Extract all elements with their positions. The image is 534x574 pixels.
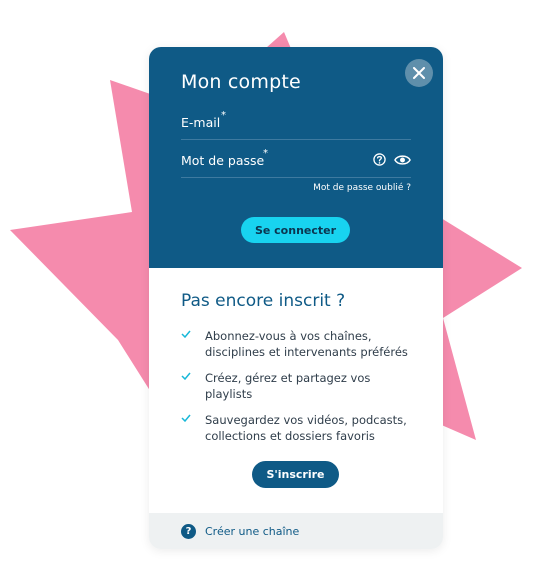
login-button[interactable]: Se connecter (241, 217, 350, 243)
login-panel: Mon compte E-mail * Mot de passe * Mot d… (149, 47, 443, 268)
benefit-item: Abonnez-vous à vos chaînes, disciplines … (181, 328, 421, 360)
forgot-password-link[interactable]: Mot de passe oublié ? (313, 183, 411, 193)
question-icon: ? (181, 523, 196, 539)
benefit-text: Abonnez-vous à vos chaînes, disciplines … (205, 329, 408, 359)
signup-title: Pas encore inscrit ? (181, 291, 346, 311)
create-channel-link[interactable]: Créer une chaîne (205, 525, 299, 538)
close-button[interactable] (405, 59, 433, 87)
email-field[interactable]: E-mail * (181, 110, 411, 140)
password-required-mark: * (263, 148, 268, 159)
benefit-text: Créez, gérez et partagez vos playlists (205, 371, 371, 401)
email-required-mark: * (221, 110, 226, 121)
check-icon (181, 330, 191, 338)
password-field[interactable]: Mot de passe * (181, 148, 411, 178)
benefit-item: Sauvegardez vos vidéos, podcasts, collec… (181, 412, 421, 444)
footer-bar: ? Créer une chaîne (149, 513, 443, 549)
benefit-item: Créez, gérez et partagez vos playlists (181, 370, 421, 402)
account-modal: Mon compte E-mail * Mot de passe * Mot d… (149, 47, 443, 549)
help-icon[interactable] (373, 153, 386, 166)
modal-title: Mon compte (181, 71, 301, 93)
signup-button[interactable]: S'inscrire (252, 461, 339, 488)
benefit-text: Sauvegardez vos vidéos, podcasts, collec… (205, 413, 407, 443)
check-icon (181, 372, 191, 380)
check-icon (181, 414, 191, 422)
eye-icon[interactable] (394, 154, 411, 166)
email-label: E-mail (181, 115, 221, 130)
password-label: Mot de passe (181, 153, 265, 168)
benefits-list: Abonnez-vous à vos chaînes, disciplines … (181, 328, 421, 454)
close-icon (413, 67, 425, 79)
